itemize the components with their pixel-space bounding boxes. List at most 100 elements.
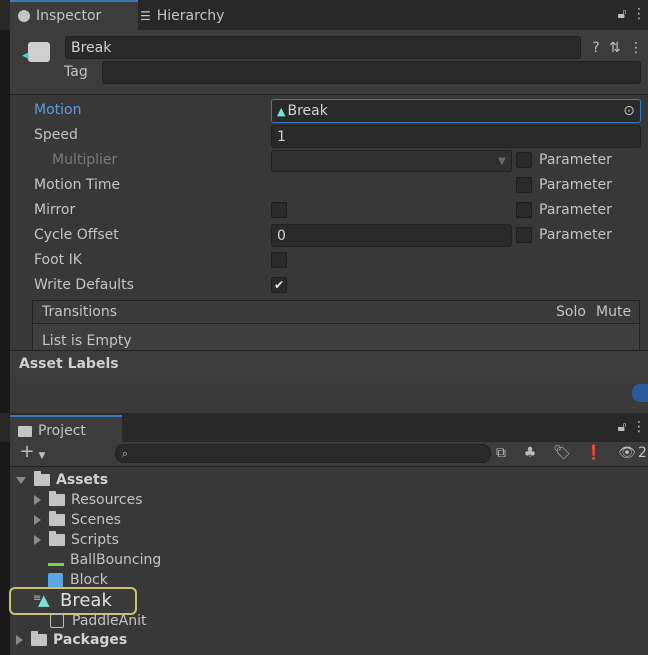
filter-by-type-icon[interactable]: ♣ bbox=[521, 445, 539, 461]
motion-object-field[interactable]: ▲ Break bbox=[271, 99, 641, 123]
hidden-packages-icon[interactable]: 👁︎ bbox=[617, 445, 637, 461]
multiplier-dropdown[interactable] bbox=[271, 150, 512, 172]
mirror-parameter-label: Parameter bbox=[539, 202, 612, 218]
tree-label-scripts: Scripts bbox=[71, 532, 119, 548]
animation-clip-icon: ▲ bbox=[38, 591, 50, 609]
project-search-input[interactable] bbox=[115, 444, 491, 463]
add-icon[interactable]: + bbox=[17, 443, 37, 461]
tree-label-scenes: Scenes bbox=[71, 512, 121, 528]
tree-label-assets: Assets bbox=[56, 472, 109, 488]
speed-value: 1 bbox=[277, 128, 286, 145]
mirror-param-checkbox[interactable] bbox=[516, 202, 532, 218]
anim-clip-icon: ▲ bbox=[277, 104, 286, 118]
tree-label-ballbouncing: BallBouncing bbox=[70, 552, 162, 568]
multiplier-param-checkbox[interactable] bbox=[516, 152, 532, 168]
foot-ik-label: Foot IK bbox=[34, 252, 82, 268]
foot-ik-checkbox[interactable] bbox=[271, 252, 287, 268]
speed-label: Speed bbox=[34, 127, 78, 143]
tree-label-paddleanit: PaddleAnit bbox=[72, 613, 147, 629]
transitions-title: Transitions bbox=[42, 304, 117, 320]
motion-time-parameter-label: Parameter bbox=[539, 177, 612, 193]
physics-material-icon bbox=[48, 554, 64, 566]
collapsed-arrow-icon[interactable] bbox=[16, 635, 23, 645]
project-more-icon[interactable]: ⋮ bbox=[632, 419, 646, 435]
object-picker-icon[interactable]: ⊙ bbox=[621, 103, 637, 119]
tree-item-ballbouncing[interactable]: BallBouncing bbox=[48, 550, 161, 570]
transitions-header bbox=[33, 301, 639, 324]
console-warning-icon[interactable]: ❗ bbox=[585, 445, 603, 461]
tree-item-assets[interactable]: Assets bbox=[16, 470, 108, 490]
folder-open-icon bbox=[34, 471, 50, 486]
more-menu-icon[interactable]: ⋮ bbox=[632, 6, 646, 22]
write-defaults-checkbox[interactable]: ✔ bbox=[271, 277, 287, 293]
tree-item-scripts[interactable]: Scripts bbox=[34, 530, 119, 550]
cycle-offset-label: Cycle Offset bbox=[34, 227, 119, 243]
motion-label: Motion bbox=[34, 102, 82, 118]
tag-label: Tag bbox=[64, 64, 88, 80]
hidden-packages-count: 2 bbox=[638, 445, 647, 461]
search-icon: ⌕ bbox=[121, 447, 129, 460]
animator-controller-icon bbox=[50, 614, 64, 628]
motion-time-label: Motion Time bbox=[34, 177, 121, 193]
tree-label-block: Block bbox=[70, 572, 108, 588]
search-by-type-icon[interactable]: ⧉ bbox=[492, 445, 510, 461]
cycle-offset-field[interactable]: 0 bbox=[271, 224, 512, 247]
cycle-offset-parameter-label: Parameter bbox=[539, 227, 612, 243]
asset-label-tag-icon[interactable] bbox=[632, 384, 648, 402]
cycle-offset-value: 0 bbox=[277, 227, 286, 244]
state-arrow-icon: ◂ bbox=[22, 48, 29, 63]
filter-by-label-icon[interactable]: 🏷︎ bbox=[553, 445, 571, 461]
collapsed-arrow-icon[interactable] bbox=[34, 515, 41, 525]
project-lock-icon[interactable]: 🔓︎ bbox=[614, 419, 630, 435]
transitions-solo-label: Solo bbox=[556, 304, 586, 320]
collapsed-arrow-icon[interactable] bbox=[34, 535, 41, 545]
tab-inspector-label: Inspector bbox=[36, 8, 102, 24]
tree-label-packages: Packages bbox=[53, 632, 128, 648]
tag-field[interactable] bbox=[102, 61, 641, 84]
tree-item-packages[interactable]: Packages bbox=[16, 630, 127, 650]
inspector-tab-bar: Inspector ☰ Hierarchy 🔓︎ ⋮ bbox=[0, 0, 648, 30]
mirror-label: Mirror bbox=[34, 202, 76, 218]
write-defaults-label: Write Defaults bbox=[34, 277, 134, 293]
speed-field[interactable]: 1 bbox=[271, 125, 641, 148]
tree-item-resources[interactable]: Resources bbox=[34, 490, 143, 510]
transitions-mute-label: Mute bbox=[596, 304, 632, 320]
tree-label-resources: Resources bbox=[71, 492, 143, 508]
motion-time-param-checkbox[interactable] bbox=[516, 177, 532, 193]
tab-hierarchy[interactable]: ☰ Hierarchy bbox=[132, 2, 232, 30]
collapsed-arrow-icon[interactable] bbox=[34, 495, 41, 505]
name-field[interactable]: Break bbox=[65, 36, 581, 59]
name-value: Break bbox=[71, 39, 112, 56]
folder-icon bbox=[49, 511, 65, 526]
add-dropdown-icon[interactable]: ▼ bbox=[37, 448, 47, 464]
tab-project-label: Project bbox=[38, 423, 86, 439]
motion-value: Break bbox=[287, 103, 328, 119]
folder-icon bbox=[49, 531, 65, 546]
cycle-offset-param-checkbox[interactable] bbox=[516, 227, 532, 243]
transitions-empty-row: List is Empty bbox=[33, 324, 639, 350]
preset-icon[interactable]: ⇅ bbox=[607, 40, 623, 56]
lock-icon[interactable]: 🔓︎ bbox=[614, 6, 630, 22]
animation-state-icon bbox=[28, 42, 50, 62]
folder-icon bbox=[49, 491, 65, 506]
folder-icon bbox=[31, 631, 47, 646]
hierarchy-icon: ☰ bbox=[140, 9, 151, 23]
project-folder-icon bbox=[18, 425, 32, 437]
expand-arrow-icon[interactable] bbox=[16, 476, 26, 484]
header-menu-icon[interactable]: ⋮ bbox=[629, 40, 643, 56]
checkmark-icon: ✔ bbox=[273, 278, 285, 292]
prefab-cube-icon bbox=[48, 572, 63, 588]
tree-label-break: Break bbox=[60, 590, 112, 611]
tab-hierarchy-label: Hierarchy bbox=[156, 8, 225, 24]
asset-labels-body bbox=[10, 377, 648, 413]
multiplier-parameter-label: Parameter bbox=[539, 152, 612, 168]
tree-item-scenes[interactable]: Scenes bbox=[34, 510, 121, 530]
transitions-empty-text: List is Empty bbox=[42, 333, 132, 349]
help-icon[interactable]: ? bbox=[588, 40, 604, 56]
dropdown-arrow-icon: ▼ bbox=[498, 156, 506, 167]
tab-inspector[interactable]: Inspector bbox=[10, 0, 138, 30]
multiplier-label: Multiplier bbox=[52, 152, 118, 168]
inspector-icon bbox=[18, 10, 30, 22]
mirror-checkbox[interactable] bbox=[271, 202, 287, 218]
tree-item-paddleanit[interactable]: PaddleAnit bbox=[50, 611, 147, 631]
